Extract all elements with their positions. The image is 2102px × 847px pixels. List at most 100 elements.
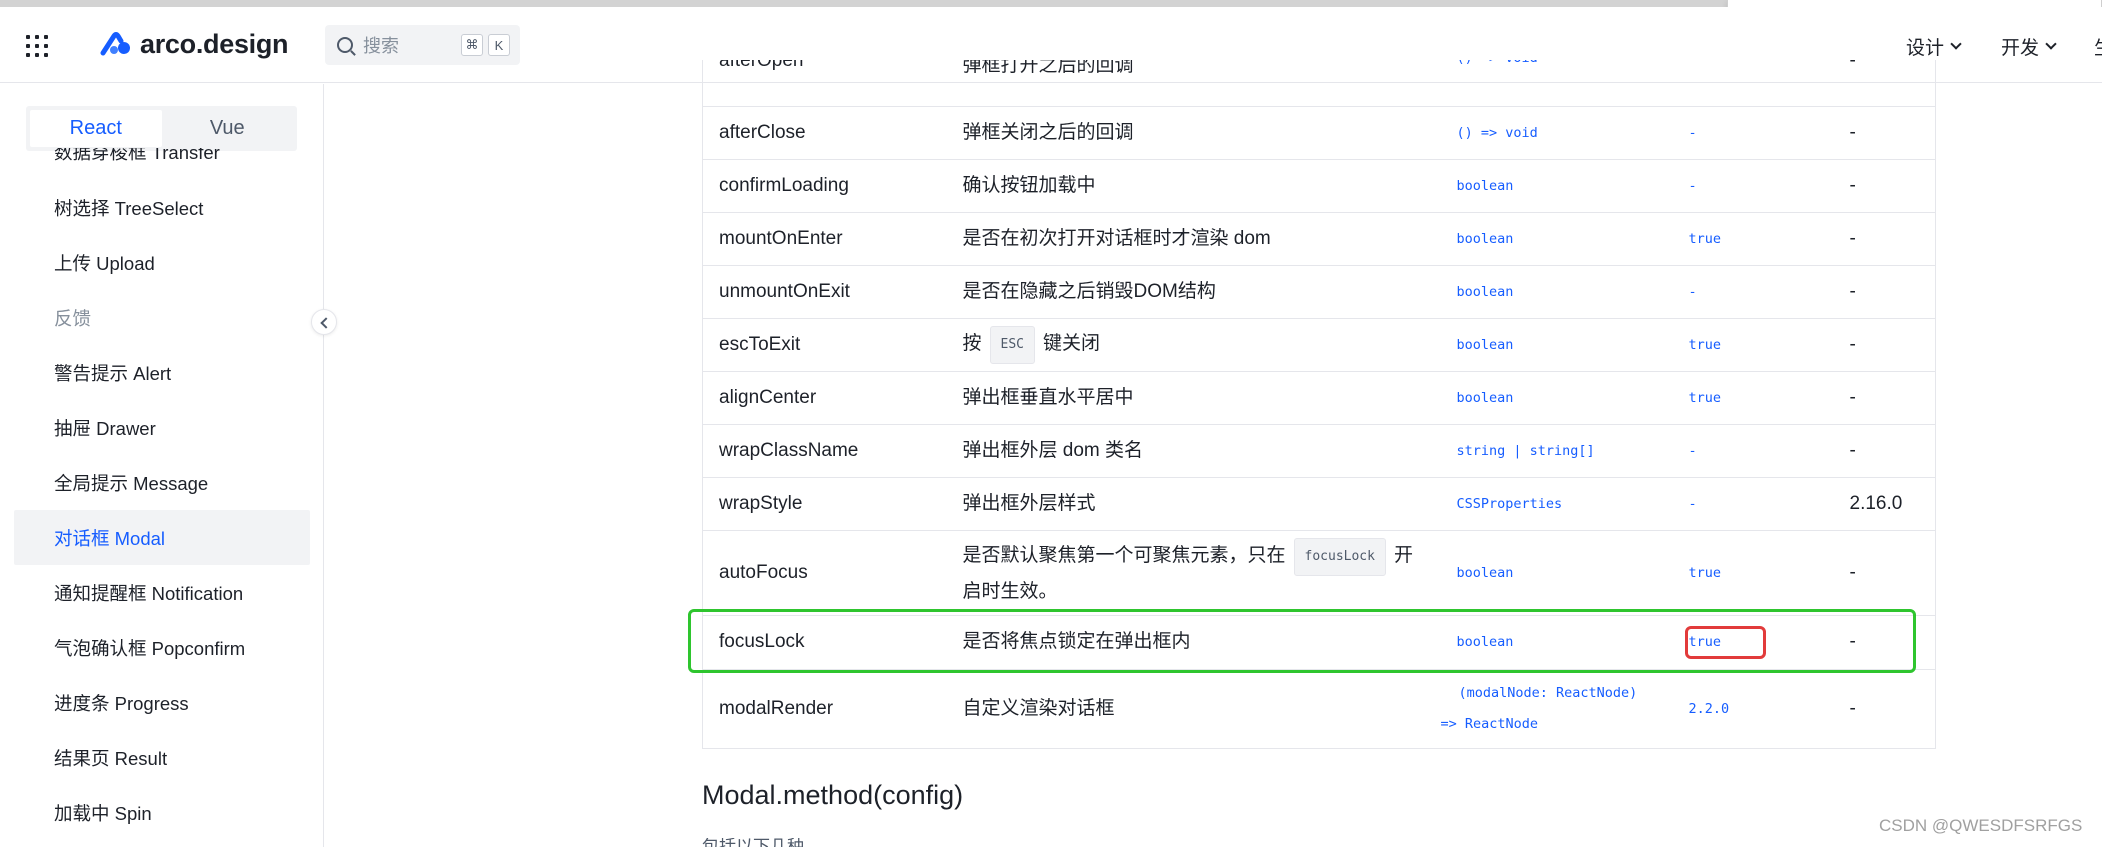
sidebar-item-modal[interactable]: 对话框 Modal xyxy=(14,510,310,565)
sidebar-item-label: 数据穿梭框 Transfer xyxy=(54,148,220,163)
table-row: afterClose 弹框关闭之后的回调 () => void - - xyxy=(702,106,1936,160)
sidebar-item-drawer[interactable]: 抽屉 Drawer xyxy=(0,400,310,455)
prop-type: boolean xyxy=(1444,212,1685,266)
prop-name: focusLock xyxy=(702,615,943,670)
prop-type: boolean xyxy=(1444,371,1685,425)
table-row-focuslock: focusLock 是否将焦点锁定在弹出框内 boolean true - xyxy=(702,615,1936,670)
table-row: autoFocus 是否默认聚焦第一个可聚焦元素，只在 focusLock 开启时生… xyxy=(702,530,1936,616)
sidebar-item-label: 全局提示 Message xyxy=(54,472,209,494)
brand-name: arco.design xyxy=(140,28,289,59)
table-row: modalRender 自定义渲染对话框 (modalNode: ReactNo… xyxy=(702,669,1936,749)
prop-default: - xyxy=(1684,60,1850,107)
prop-desc: 弹出框垂直水平居中 xyxy=(942,371,1445,425)
sidebar-group-label: 反馈 xyxy=(54,307,92,329)
nav-ecosystem-label: 生 xyxy=(2094,33,2102,60)
prop-version: - xyxy=(1849,615,1936,670)
props-table: afterOpen 弹框打开之后的回调 () => void - - after… xyxy=(702,60,1936,749)
prop-default: true xyxy=(1684,615,1850,670)
sidebar-item-label: 对话框 Modal xyxy=(54,527,166,549)
prop-type: () => void xyxy=(1444,106,1685,160)
prop-desc: 弹出框外层 dom 类名 xyxy=(942,424,1445,478)
props-table-container: afterOpen 弹框打开之后的回调 () => void - - after… xyxy=(702,60,1936,749)
arco-logo-icon xyxy=(100,32,130,56)
prop-name: unmountOnExit xyxy=(702,265,943,319)
prop-version: - xyxy=(1849,159,1936,213)
prop-type: () => void xyxy=(1444,60,1685,107)
sidebar-item-message[interactable]: 全局提示 Message xyxy=(0,455,310,510)
sidebar-item-upload[interactable]: 上传 Upload xyxy=(0,235,310,290)
app-grid-icon[interactable] xyxy=(26,35,48,57)
prop-desc: 弹框打开之后的回调 xyxy=(942,60,1445,107)
prop-type: (modalNode: ReactNode) => ReactNode xyxy=(1441,669,1685,749)
section-intro-text: 包括以下几种 xyxy=(702,838,804,847)
sidebar-item-treeselect[interactable]: 树选择 TreeSelect xyxy=(0,180,310,235)
sidebar-group-feedback: 反馈 xyxy=(0,290,310,345)
prop-name: alignCenter xyxy=(702,371,943,425)
prop-name: mountOnEnter xyxy=(702,212,943,266)
tab-vue[interactable]: Vue xyxy=(162,110,294,147)
sidebar-item-label: 通知提醒框 Notification xyxy=(54,582,244,604)
sidebar: React Vue 数据穿梭框 Transfer 树选择 TreeSelect … xyxy=(0,84,324,847)
prop-default: 2.2.0 xyxy=(1684,669,1850,749)
prop-desc: 弹框关闭之后的回调 xyxy=(942,106,1445,160)
prop-default: - xyxy=(1684,159,1850,213)
prop-version: - xyxy=(1849,212,1936,266)
sidebar-item-label: 加载中 Spin xyxy=(54,802,152,824)
prop-default: - xyxy=(1684,265,1850,319)
sidebar-collapse-button[interactable] xyxy=(311,309,337,335)
prop-version: - xyxy=(1849,424,1936,478)
framework-switch: React Vue xyxy=(26,106,297,151)
nav-menu-develop[interactable]: 开发 xyxy=(2001,33,2057,60)
prop-default: true xyxy=(1684,530,1850,616)
prop-name: afterOpen xyxy=(702,60,943,107)
inline-code: ESC xyxy=(989,325,1035,364)
prop-desc: 是否在隐藏之后销毁DOM结构 xyxy=(942,265,1445,319)
prop-name: confirmLoading xyxy=(702,159,943,213)
prop-version: 2.16.0 xyxy=(1849,477,1936,531)
sidebar-item-label: 进度条 Progress xyxy=(54,692,189,714)
table-row: escToExit 按 ESC 键关闭 boolean true - xyxy=(702,318,1936,372)
search-input[interactable]: 搜索 ⌘ K xyxy=(325,25,520,65)
table-row: wrapClassName 弹出框外层 dom 类名 string | stri… xyxy=(702,424,1936,478)
prop-type: string | string[] xyxy=(1444,424,1685,478)
tab-react[interactable]: React xyxy=(30,110,162,147)
nav-menu-ecosystem[interactable]: 生 xyxy=(2094,33,2102,60)
prop-type: boolean xyxy=(1444,265,1685,319)
brand-logo[interactable]: arco.design xyxy=(100,27,289,61)
prop-default: - xyxy=(1684,106,1850,160)
sidebar-item-spin[interactable]: 加载中 Spin xyxy=(0,785,310,840)
prop-version: - xyxy=(1849,530,1936,616)
prop-desc: 是否在初次打开对话框时才渲染 dom xyxy=(942,212,1445,266)
prop-version: - xyxy=(1849,60,1936,107)
sidebar-item-transfer[interactable]: 数据穿梭框 Transfer xyxy=(0,148,310,180)
table-row: confirmLoading 确认按钮加载中 boolean - - xyxy=(702,159,1936,213)
section-heading: Modal.method(config) xyxy=(702,780,964,810)
sidebar-item-popconfirm[interactable]: 气泡确认框 Popconfirm xyxy=(0,620,310,675)
prop-version: - xyxy=(1849,265,1936,319)
sidebar-item-alert[interactable]: 警告提示 Alert xyxy=(0,345,310,400)
nav-design-label: 设计 xyxy=(1906,38,1945,59)
prop-type: boolean xyxy=(1444,615,1685,670)
prop-name: escToExit xyxy=(702,318,943,372)
sidebar-item-label: 结果页 Result xyxy=(54,747,168,769)
sidebar-item-progress[interactable]: 进度条 Progress xyxy=(0,675,310,730)
sidebar-item-label: 上传 Upload xyxy=(54,252,155,274)
shortcut-k-key: K xyxy=(488,34,510,56)
prop-version: - xyxy=(1849,371,1936,425)
table-row: mountOnEnter 是否在初次打开对话框时才渲染 dom boolean … xyxy=(702,212,1936,266)
prop-default: true xyxy=(1684,371,1850,425)
inline-code: focusLock xyxy=(1293,537,1386,576)
prop-type: boolean xyxy=(1444,159,1685,213)
prop-name: wrapClassName xyxy=(702,424,943,478)
search-placeholder: 搜索 xyxy=(363,36,399,56)
sidebar-item-result[interactable]: 结果页 Result xyxy=(0,730,310,785)
sidebar-item-label: 气泡确认框 Popconfirm xyxy=(54,637,246,659)
nav-develop-label: 开发 xyxy=(2001,38,2040,59)
chevron-down-icon xyxy=(2045,38,2057,50)
sidebar-item-notification[interactable]: 通知提醒框 Notification xyxy=(0,565,310,620)
nav-menu-design[interactable]: 设计 xyxy=(1906,33,1962,60)
prop-desc: 确认按钮加载中 xyxy=(942,159,1445,213)
prop-desc: 是否默认聚焦第一个可聚焦元素，只在 focusLock 开启时生效。 xyxy=(942,530,1445,616)
table-row: unmountOnExit 是否在隐藏之后销毁DOM结构 boolean - - xyxy=(702,265,1936,319)
prop-default: true xyxy=(1684,212,1850,266)
